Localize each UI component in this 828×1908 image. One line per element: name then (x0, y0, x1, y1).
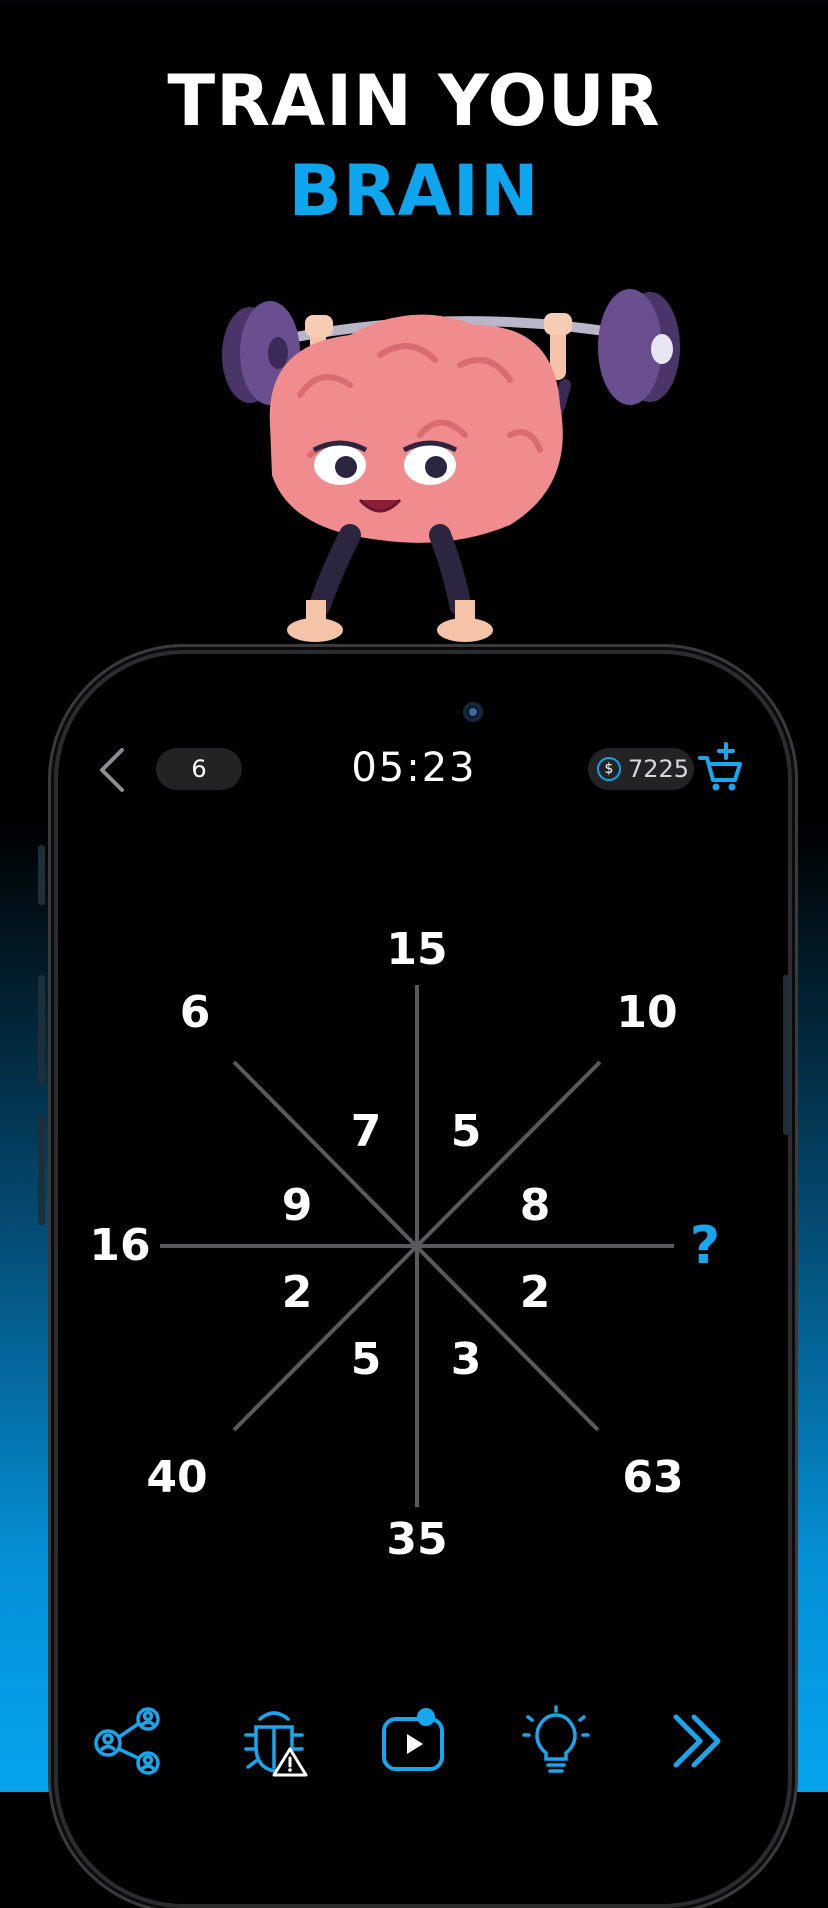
number-bottom-right: 63 (622, 1452, 684, 1503)
number-top-left: 6 (179, 987, 211, 1038)
number-bottom: 35 (386, 1514, 448, 1565)
bug-warning-icon[interactable] (238, 1705, 310, 1777)
number-bottom-left: 40 (146, 1452, 208, 1503)
answer-question-mark[interactable]: ? (645, 1218, 765, 1274)
inner-number: 2 (281, 1267, 313, 1318)
number-left: 16 (89, 1220, 151, 1271)
number-puzzle: 15 6 10 16 ? 40 63 35 7 5 9 8 2 2 5 3 (0, 0, 828, 1792)
number-top: 15 (386, 924, 448, 975)
lightbulb-icon[interactable] (520, 1705, 592, 1777)
inner-number: 9 (281, 1180, 313, 1231)
share-people-icon[interactable] (92, 1705, 164, 1777)
double-chevron-right-icon[interactable] (664, 1705, 736, 1777)
inner-number: 5 (450, 1106, 482, 1157)
inner-number: 2 (519, 1267, 551, 1318)
inner-number: 3 (450, 1334, 482, 1385)
video-play-icon[interactable] (378, 1705, 450, 1777)
inner-number: 8 (519, 1180, 551, 1231)
number-top-right: 10 (616, 987, 678, 1038)
